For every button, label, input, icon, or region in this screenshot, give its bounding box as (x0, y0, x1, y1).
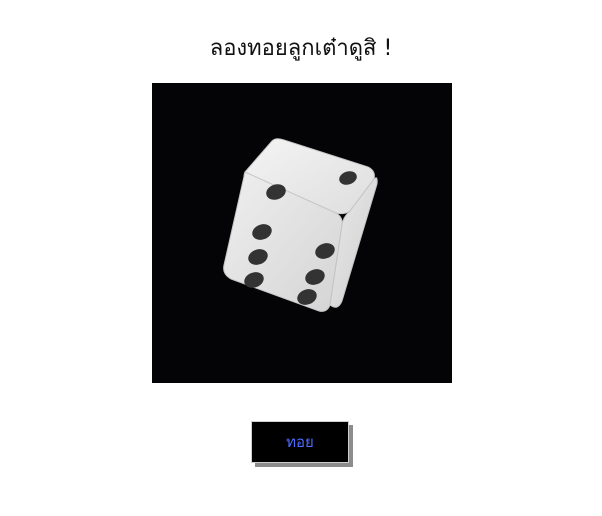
dice-roller-page: ลองทอยลูกเต๋าดูสิ ! ทอย (0, 0, 602, 516)
dice-image (223, 138, 378, 312)
die (223, 138, 378, 312)
roll-button[interactable]: ทอย (251, 421, 349, 463)
page-title: ลองทอยลูกเต๋าดูสิ ! (209, 36, 393, 61)
dice-display (152, 83, 452, 383)
